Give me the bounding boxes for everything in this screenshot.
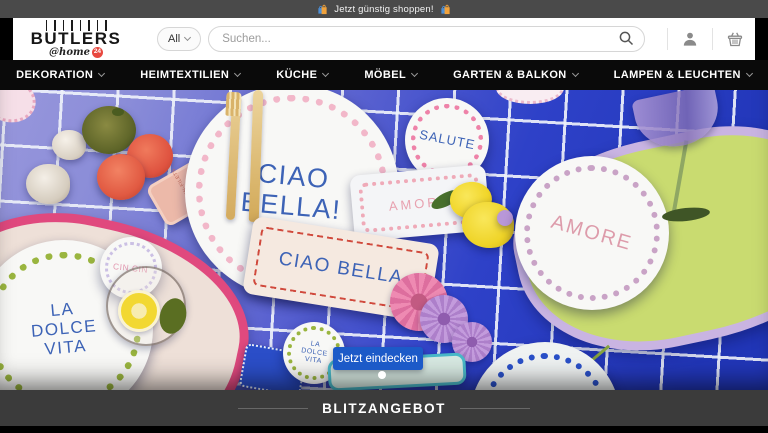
chevron-down-icon [184, 34, 191, 41]
logo-subtitle: @home 24 [49, 47, 103, 58]
tomato-stem [112, 108, 124, 116]
plate-dolce-vita-small-text: LA DOLCE VITA [299, 340, 329, 367]
garlic-bulb [26, 164, 70, 204]
user-account-icon[interactable] [680, 29, 700, 49]
promo-banner[interactable]: Jetzt günstig shoppen! [0, 0, 768, 18]
logo-title: BUTLERS [31, 30, 122, 47]
nav-item-moebel[interactable]: MÖBEL [364, 69, 417, 81]
small-purple-flower [497, 210, 513, 226]
section-title: BLITZANGEBOT [322, 401, 446, 416]
main-navigation: DEKORATION HEIMTEXTILIEN KÜCHE MÖBEL GAR… [0, 60, 768, 90]
chevron-down-icon [234, 70, 241, 77]
blue-wave-ring [481, 353, 609, 390]
logo[interactable]: BUTLERS @home 24 [21, 20, 131, 58]
lemon-slice [118, 290, 160, 332]
cart-basket-icon[interactable] [725, 29, 745, 49]
search-icon[interactable] [618, 30, 635, 47]
logo-badge: 24 [92, 47, 103, 58]
page: Jetzt günstig shoppen! BUTLERS @home 24 … [0, 0, 768, 433]
plate-amore: AMORE [515, 156, 669, 310]
garlic-bulb [52, 130, 86, 160]
hero-banner: SARDINEN-FILETS CIAO BELLA! SALUTE AMORE [0, 90, 768, 390]
promo-banner-text: Jetzt günstig shoppen! [334, 4, 433, 15]
chevron-down-icon [322, 70, 329, 77]
chevron-down-icon [411, 70, 418, 77]
chevron-down-icon [572, 70, 579, 77]
blitzangebot-section: BLITZANGEBOT [0, 390, 768, 426]
search-category-dropdown[interactable]: All [157, 27, 201, 51]
plate-la-dolce-vita-text: LA DOLCE VITA [29, 298, 100, 361]
divider [667, 28, 668, 50]
header: BUTLERS @home 24 All [13, 18, 755, 60]
nav-item-kueche[interactable]: KÜCHE [276, 69, 328, 81]
nav-item-heimtextilien[interactable]: HEIMTEXTILIEN [140, 69, 240, 81]
search-area: All [157, 26, 645, 52]
chevron-down-icon [98, 70, 105, 77]
search-box [208, 26, 645, 52]
divider-line [460, 408, 530, 409]
header-icons [655, 28, 745, 50]
shopping-bag-icon [440, 4, 451, 15]
nav-item-garten-balkon[interactable]: GARTEN & BALKON [453, 69, 578, 81]
shopping-bag-icon [317, 4, 328, 15]
tomato-red [97, 154, 145, 200]
fork-tines [225, 92, 241, 117]
divider [712, 28, 713, 50]
header-row: BUTLERS @home 24 All [0, 18, 768, 60]
divider-line [238, 408, 308, 409]
carousel-dot[interactable] [378, 371, 386, 379]
chevron-down-icon [746, 70, 753, 77]
search-input[interactable] [208, 26, 645, 52]
cta-button[interactable]: Jetzt eindecken [333, 347, 423, 370]
nav-item-lampen-leuchten[interactable]: LAMPEN & LEUCHTEN [614, 69, 752, 81]
nav-item-dekoration[interactable]: DEKORATION [16, 69, 104, 81]
